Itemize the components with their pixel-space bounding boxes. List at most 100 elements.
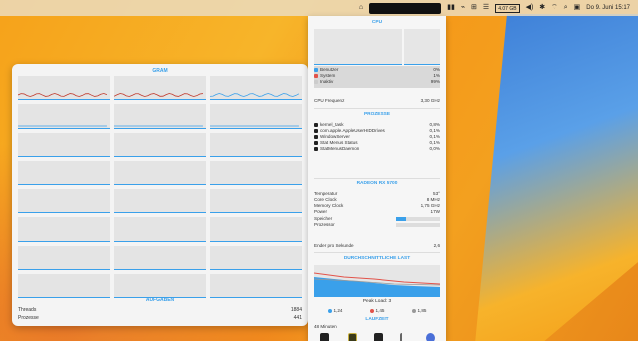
- divider: [314, 252, 440, 253]
- terminal-icon[interactable]: [374, 333, 383, 341]
- row-label: CPU Frequenz: [314, 98, 345, 103]
- gpu-history-window: GRAM AUFGABEN Threads 1884 Prozesse 441: [12, 64, 308, 326]
- history-cell: [114, 273, 206, 298]
- process-value: 0,0%: [429, 146, 440, 151]
- history-cell: [18, 76, 110, 101]
- globe-icon[interactable]: [426, 333, 435, 341]
- legend-label: 1,85: [417, 308, 427, 313]
- usage-bar: [396, 222, 440, 227]
- process-icon: [314, 134, 318, 139]
- sparkline: [114, 93, 203, 98]
- processes-title: PROZESSE: [363, 112, 391, 117]
- history-cell: [210, 132, 302, 157]
- history-cell: [18, 104, 110, 129]
- memory-badge[interactable]: 4.07 GB: [495, 3, 520, 13]
- gpu-row: Core Clock 8 MHz: [314, 197, 440, 202]
- cpu-legend-row: Inaktiv 99%: [314, 79, 440, 84]
- lock-icon[interactable]: ▣: [574, 0, 581, 16]
- sparkline: [18, 125, 107, 126]
- cpu-frequency-row: CPU Frequenz 3,30 GHz: [314, 98, 440, 103]
- process-name: kernel_task: [320, 122, 344, 127]
- stat-value: 1884: [290, 307, 302, 313]
- sparkline: [114, 125, 203, 126]
- process-value: 0,1%: [429, 140, 440, 145]
- stat-label: Prozesse: [18, 315, 39, 321]
- process-value: 0,1%: [429, 128, 440, 133]
- history-cell: [210, 189, 302, 214]
- history-cell: [210, 104, 302, 129]
- process-row[interactable]: com.apple.AppleUserHIDDrives 0,1%: [314, 128, 440, 133]
- history-cell: [114, 76, 206, 101]
- bluetooth-icon[interactable]: ✱: [539, 0, 545, 16]
- process-icon: [314, 128, 318, 133]
- cpu-legend-row: System 1%: [314, 73, 440, 78]
- process-row[interactable]: Stat Menus Status 0,1%: [314, 140, 440, 145]
- grid-icon[interactable]: ⊞: [471, 0, 477, 16]
- section-title: AUFGABEN: [145, 297, 175, 303]
- process-name: Stat Menus Status: [320, 140, 358, 145]
- uptime-value: 48 Minuten: [314, 324, 337, 329]
- history-cell: [114, 160, 206, 185]
- process-value: 0,1%: [429, 134, 440, 139]
- sparkline-path: [18, 93, 108, 98]
- process-row[interactable]: StatMenusDaemon 0,0%: [314, 146, 440, 151]
- history-cell: [18, 132, 110, 157]
- history-cell: [210, 245, 302, 270]
- legend-label: Inaktiv: [320, 79, 334, 84]
- legend-value: 99%: [430, 79, 440, 84]
- stats-dropdown-panel: CPU Benutzer 0% System 1% Inaktiv 99% CP…: [308, 16, 446, 341]
- usage-bar-fill: [396, 216, 406, 221]
- legend-swatch: [314, 73, 318, 78]
- history-cell: [18, 273, 110, 298]
- home-icon[interactable]: ⌂: [359, 0, 363, 16]
- menubar-date[interactable]: Do 9. Juni 15:17: [586, 5, 630, 11]
- terminal-icon[interactable]: [320, 333, 329, 341]
- stat-row: Threads 1884: [18, 307, 302, 313]
- process-icon: [314, 122, 318, 127]
- cpu-legend-row: Benutzer 0%: [314, 67, 440, 72]
- process-row[interactable]: WindowServer 0,1%: [314, 134, 440, 139]
- menu-bar: ⌂ ▮▮ ⌁ ⊞ ☰ 4.07 GB ◀) ✱ ⌔ ⌕ ▣ Do 9. Juni…: [0, 0, 638, 16]
- legend-swatch: [369, 308, 374, 313]
- list-icon[interactable]: ☰: [483, 0, 489, 16]
- peak-load: Peak Load: 3: [362, 299, 392, 304]
- history-cell: [18, 245, 110, 270]
- divider: [314, 108, 440, 109]
- app-icon[interactable]: [348, 333, 357, 341]
- sparkline-path: [114, 93, 203, 98]
- legend-value: 1%: [433, 73, 440, 78]
- status-graph[interactable]: [369, 2, 442, 14]
- gpu-title: RADEON RX 5700: [356, 181, 398, 186]
- sparkline-path: [210, 93, 300, 98]
- uptime-row: 48 Minuten: [314, 324, 440, 329]
- ruler-icon[interactable]: [400, 333, 409, 341]
- row-label: Core Clock: [314, 197, 337, 202]
- plug-icon[interactable]: ⌁: [461, 0, 465, 16]
- speaker-icon[interactable]: ◀): [526, 0, 534, 16]
- gpu-usage-row: Speicher: [314, 216, 440, 221]
- row-value: 53°: [433, 191, 440, 196]
- history-cell: [210, 160, 302, 185]
- wifi-icon[interactable]: ⌔: [551, 0, 558, 16]
- cpu-title: CPU: [371, 20, 383, 25]
- legend-swatch: [327, 308, 332, 313]
- legend-swatch: [314, 79, 318, 84]
- history-cell: [210, 273, 302, 298]
- stat-row: Prozesse 441: [18, 315, 302, 321]
- row-label: Speicher: [314, 216, 333, 221]
- row-value: 17W: [430, 209, 440, 214]
- history-cell: [114, 104, 206, 129]
- search-icon[interactable]: ⌕: [564, 0, 568, 16]
- process-row[interactable]: kernel_task 0,8%: [314, 122, 440, 127]
- row-label: Prozessor: [314, 222, 335, 227]
- pause-icon[interactable]: ▮▮: [447, 0, 455, 16]
- cpu-graph: [314, 29, 402, 65]
- process-value: 0,8%: [429, 122, 440, 127]
- gpu-row: Temperatur 53°: [314, 191, 440, 196]
- row-value: 8 MHz: [426, 197, 440, 202]
- uptime-title: LAUFZEIT: [365, 317, 389, 322]
- gpu-usage-row: Prozessor: [314, 222, 440, 227]
- row-label: Temperatur: [314, 191, 338, 196]
- process-icon: [314, 146, 318, 151]
- history-cell: [114, 189, 206, 214]
